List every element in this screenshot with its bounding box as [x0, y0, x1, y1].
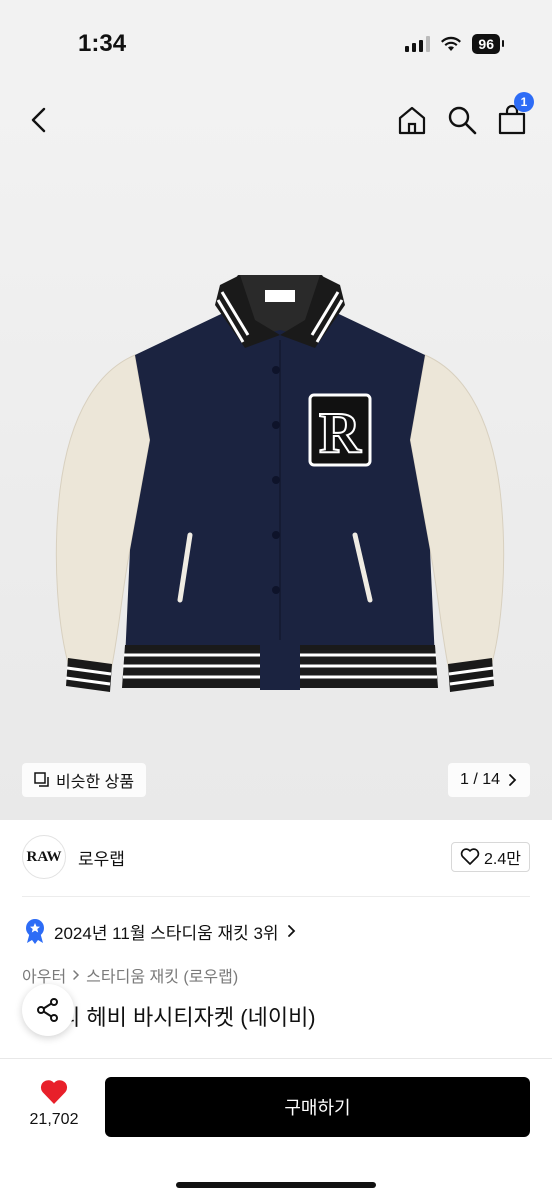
chevron-right-icon — [73, 970, 80, 980]
heart-outline-icon — [460, 848, 480, 865]
pager-text: 1 / 14 — [459, 771, 500, 788]
status-indicators: 96 — [405, 34, 504, 54]
home-icon[interactable] — [396, 104, 428, 136]
back-icon[interactable] — [24, 104, 56, 136]
status-bar: 1:34 96 — [0, 0, 552, 90]
svg-text:R: R — [319, 400, 362, 465]
wifi-icon — [441, 36, 462, 51]
battery-indicator: 96 — [472, 34, 504, 54]
share-icon — [37, 998, 58, 1022]
similar-products-label: 비슷한 상품 — [56, 774, 135, 791]
brand-like-button[interactable]: 2.4만 — [451, 842, 530, 872]
product-image: R — [55, 275, 505, 692]
image-pager[interactable]: 1 / 14 — [447, 763, 530, 797]
breadcrumb: 아우터 스타디움 재킷 (로우랩) — [22, 963, 238, 987]
right-cuff — [448, 658, 495, 692]
breadcrumb-subcategory[interactable]: 스타디움 재킷 (로우랩) — [86, 963, 238, 987]
wishlist-button[interactable]: 21,702 — [22, 1079, 86, 1129]
ranking-text: 2024년 11월 스타디움 재킷 3위 — [54, 923, 279, 943]
similar-products-button[interactable]: 비슷한 상품 — [22, 763, 147, 797]
cart-button[interactable]: 1 — [496, 92, 534, 136]
search-icon[interactable] — [446, 104, 478, 136]
home-indicator — [176, 1182, 376, 1188]
brand-logo[interactable]: RAW — [22, 835, 66, 879]
left-cuff — [65, 658, 112, 692]
share-button[interactable] — [22, 984, 74, 1036]
product-title: 리 헤비 바시티자켓 (네이비) — [60, 1005, 316, 1030]
chevron-right-icon — [509, 774, 517, 786]
ranking-badge-icon — [26, 919, 44, 944]
brand-like-count: 2.4만 — [484, 851, 521, 868]
brand-name[interactable]: 로우랩 — [78, 845, 125, 870]
buy-button[interactable]: 구매하기 — [105, 1077, 530, 1137]
chevron-right-icon — [287, 925, 295, 937]
signal-icon — [405, 36, 431, 52]
status-time: 1:34 — [78, 30, 127, 57]
ranking-link[interactable]: 2024년 11월 스타디움 재킷 3위 — [24, 918, 297, 944]
divider — [22, 896, 530, 897]
brand-row[interactable]: RAW 로우랩 2.4만 — [22, 830, 530, 884]
product-image-gallery[interactable]: 1 R 비슷한 상품 1 / 14 — [0, 90, 552, 820]
r-patch: R — [308, 393, 372, 467]
bottom-action-bar: 21,702 구매하기 — [0, 1058, 552, 1200]
heart-filled-icon — [40, 1080, 68, 1104]
similar-icon — [34, 772, 49, 787]
cart-count-badge: 1 — [514, 92, 534, 112]
wishlist-count: 21,702 — [29, 1111, 79, 1128]
